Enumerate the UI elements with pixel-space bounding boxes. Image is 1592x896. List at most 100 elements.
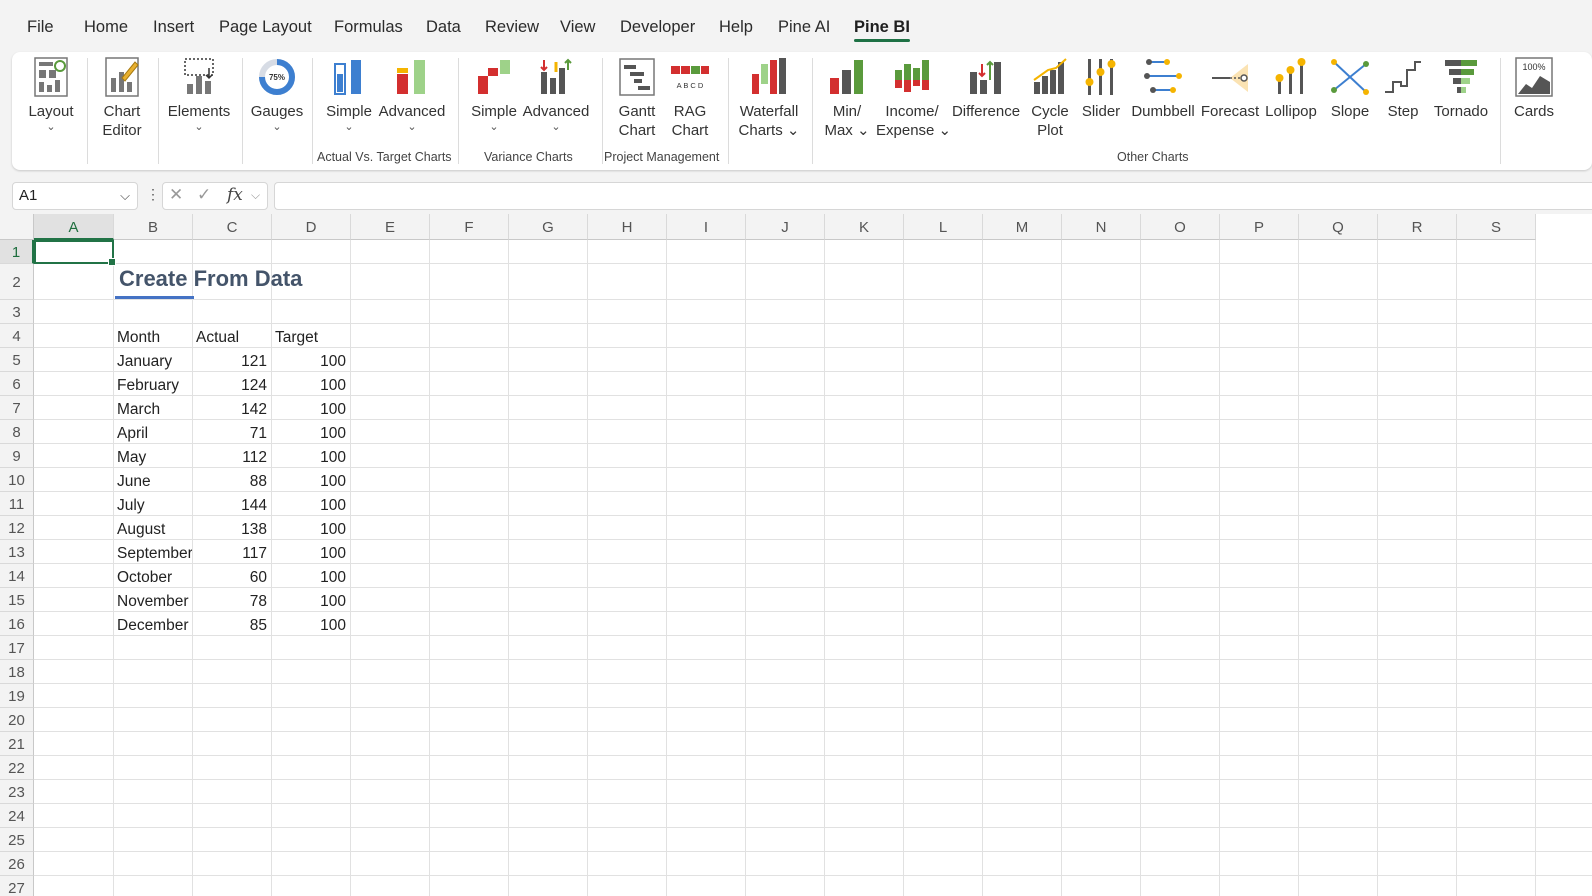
month-cell[interactable]: December — [117, 614, 192, 636]
month-cell[interactable]: August — [117, 518, 192, 540]
actual-cell[interactable]: 85 — [193, 614, 267, 636]
cycle-plot-button[interactable]: Cycle Plot — [1026, 56, 1074, 140]
actual-cell[interactable]: 124 — [193, 374, 267, 396]
actual-cell[interactable]: 60 — [193, 566, 267, 588]
actual-cell[interactable]: 144 — [193, 494, 267, 516]
row-header-16[interactable]: 16 — [0, 612, 34, 636]
select-all-corner[interactable] — [0, 214, 34, 240]
column-header-l[interactable]: L — [904, 214, 983, 240]
menu-data[interactable]: Data — [426, 18, 461, 37]
menu-pine-ai[interactable]: Pine AI — [778, 18, 830, 37]
forecast-button[interactable]: Forecast — [1200, 56, 1260, 121]
column-header-n[interactable]: N — [1062, 214, 1141, 240]
target-cell[interactable]: 100 — [272, 398, 346, 420]
actual-cell[interactable]: 142 — [193, 398, 267, 420]
insert-function-icon[interactable]: fx — [227, 185, 243, 205]
slider-button[interactable]: Slider — [1078, 56, 1124, 121]
difference-button[interactable]: Difference — [950, 56, 1022, 121]
slope-button[interactable]: Slope — [1326, 56, 1374, 121]
row-header-1[interactable]: 1 — [0, 240, 34, 264]
target-cell[interactable]: 100 — [272, 350, 346, 372]
target-cell[interactable]: 100 — [272, 542, 346, 564]
column-header-e[interactable]: E — [351, 214, 430, 240]
month-cell[interactable]: March — [117, 398, 192, 420]
chart-editor-button[interactable]: Chart Editor — [96, 56, 148, 140]
dumbbell-button[interactable]: Dumbbell — [1130, 56, 1196, 121]
row-header-5[interactable]: 5 — [0, 348, 34, 372]
actual-cell[interactable]: 121 — [193, 350, 267, 372]
target-cell[interactable]: 100 — [272, 422, 346, 444]
menu-pine-bi[interactable]: Pine BI — [854, 18, 910, 42]
target-cell[interactable]: 100 — [272, 374, 346, 396]
menu-insert[interactable]: Insert — [153, 18, 194, 37]
target-cell[interactable]: 100 — [272, 518, 346, 540]
column-header-f[interactable]: F — [430, 214, 509, 240]
actual-cell[interactable]: 88 — [193, 470, 267, 492]
variance-advanced-button[interactable]: Advanced ⌄ — [522, 56, 590, 133]
row-header-3[interactable]: 3 — [0, 300, 34, 324]
row-header-2[interactable]: 2 — [0, 264, 34, 300]
lollipop-button[interactable]: Lollipop — [1262, 56, 1320, 121]
row-header-21[interactable]: 21 — [0, 732, 34, 756]
row-header-26[interactable]: 26 — [0, 852, 34, 876]
row-header-12[interactable]: 12 — [0, 516, 34, 540]
row-header-9[interactable]: 9 — [0, 444, 34, 468]
row-header-27[interactable]: 27 — [0, 876, 34, 896]
menu-formulas[interactable]: Formulas — [334, 18, 403, 37]
menu-file[interactable]: File — [27, 18, 54, 37]
target-cell[interactable]: 100 — [272, 566, 346, 588]
chevron-down-icon[interactable]: ⌵ — [251, 188, 260, 203]
row-header-17[interactable]: 17 — [0, 636, 34, 660]
menu-review[interactable]: Review — [485, 18, 539, 37]
target-cell[interactable]: 100 — [272, 614, 346, 636]
target-cell[interactable]: 100 — [272, 446, 346, 468]
target-cell[interactable]: 100 — [272, 590, 346, 612]
formula-input[interactable] — [274, 182, 1592, 210]
income-expense-button[interactable]: Income/ Expense ⌄ — [876, 56, 951, 140]
target-cell[interactable]: 100 — [272, 494, 346, 516]
row-header-11[interactable]: 11 — [0, 492, 34, 516]
column-header-d[interactable]: D — [272, 214, 351, 240]
row-header-23[interactable]: 23 — [0, 780, 34, 804]
gauges-button[interactable]: 75% Gauges ⌄ — [250, 56, 304, 133]
menu-home[interactable]: Home — [84, 18, 128, 37]
row-header-13[interactable]: 13 — [0, 540, 34, 564]
row-header-20[interactable]: 20 — [0, 708, 34, 732]
name-box[interactable]: A1 ⌵ — [12, 182, 138, 210]
tornado-button[interactable]: Tornado — [1430, 56, 1492, 121]
avt-advanced-button[interactable]: Advanced ⌄ — [378, 56, 446, 133]
avt-simple-button[interactable]: Simple ⌄ — [322, 56, 376, 133]
row-header-25[interactable]: 25 — [0, 828, 34, 852]
month-cell[interactable]: February — [117, 374, 192, 396]
column-header-k[interactable]: K — [825, 214, 904, 240]
column-header-i[interactable]: I — [667, 214, 746, 240]
confirm-icon[interactable]: ✓ — [197, 185, 211, 205]
row-header-8[interactable]: 8 — [0, 420, 34, 444]
cards-button[interactable]: 100% Cards — [1508, 56, 1560, 121]
column-header-q[interactable]: Q — [1299, 214, 1378, 240]
actual-cell[interactable]: 78 — [193, 590, 267, 612]
column-header-j[interactable]: J — [746, 214, 825, 240]
month-cell[interactable]: September — [117, 542, 192, 564]
column-header-p[interactable]: P — [1220, 214, 1299, 240]
table-header-cell[interactable]: Month — [117, 326, 192, 348]
row-header-18[interactable]: 18 — [0, 660, 34, 684]
menu-view[interactable]: View — [560, 18, 595, 37]
month-cell[interactable]: July — [117, 494, 192, 516]
active-cell-selection[interactable] — [34, 240, 116, 266]
column-header-b[interactable]: B — [114, 214, 193, 240]
month-cell[interactable]: April — [117, 422, 192, 444]
month-cell[interactable]: October — [117, 566, 192, 588]
column-header-c[interactable]: C — [193, 214, 272, 240]
month-cell[interactable]: January — [117, 350, 192, 372]
row-header-7[interactable]: 7 — [0, 396, 34, 420]
column-header-a[interactable]: A — [34, 214, 114, 240]
month-cell[interactable]: May — [117, 446, 192, 468]
row-header-22[interactable]: 22 — [0, 756, 34, 780]
menu-help[interactable]: Help — [719, 18, 753, 37]
column-header-g[interactable]: G — [509, 214, 588, 240]
column-header-s[interactable]: S — [1457, 214, 1536, 240]
row-header-6[interactable]: 6 — [0, 372, 34, 396]
actual-cell[interactable]: 112 — [193, 446, 267, 468]
row-header-10[interactable]: 10 — [0, 468, 34, 492]
